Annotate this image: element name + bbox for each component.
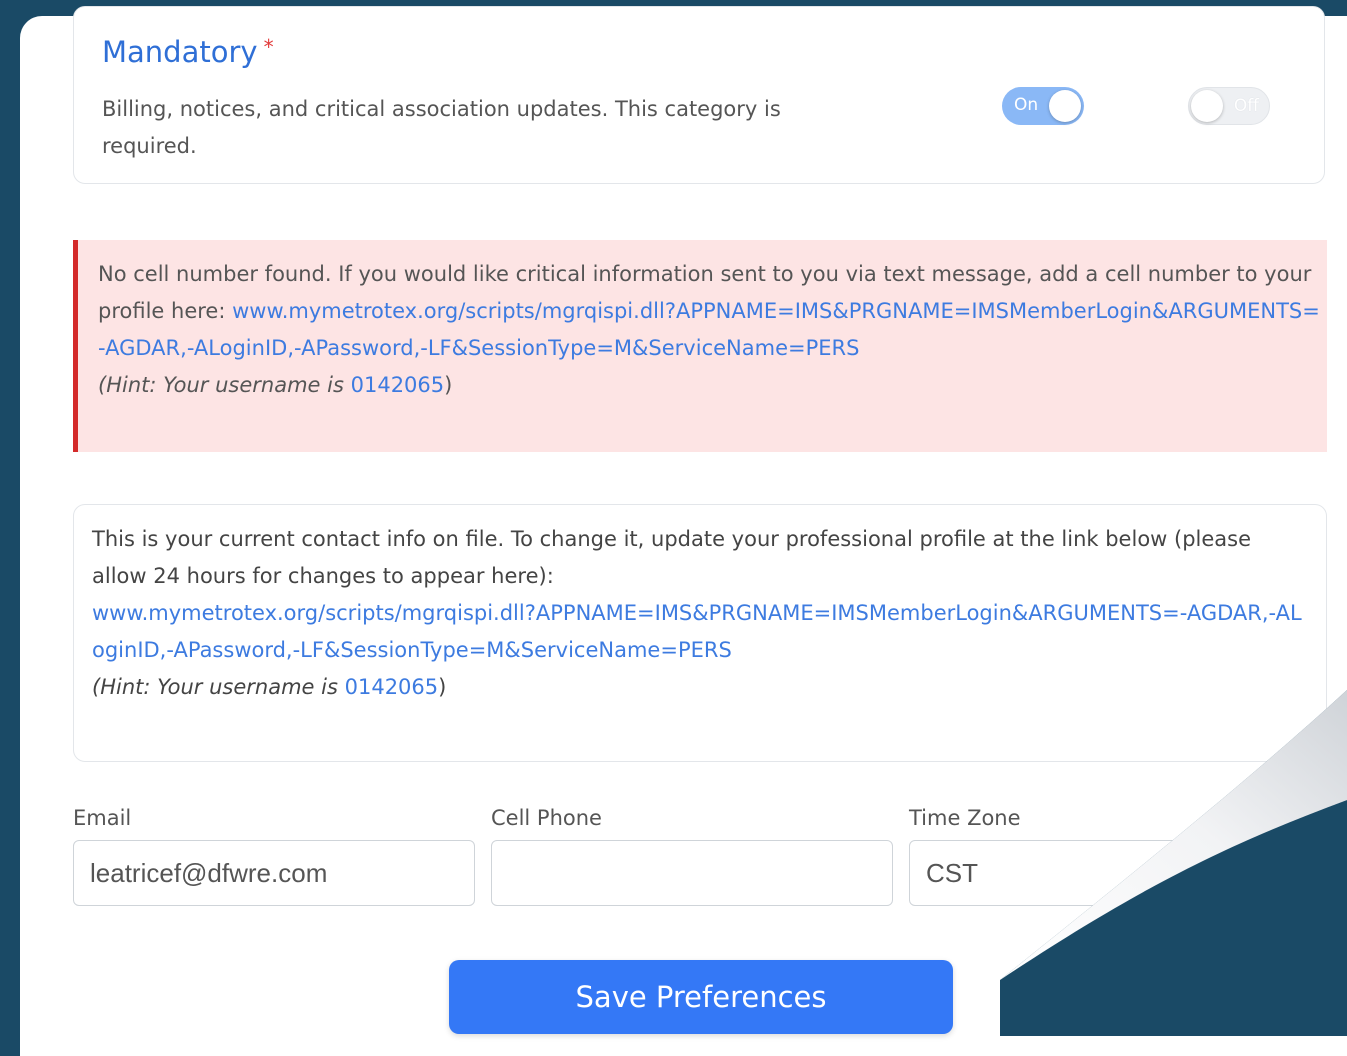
category-title: Mandatory * bbox=[102, 35, 274, 69]
contact-info-text: This is your current contact info on fil… bbox=[92, 527, 1252, 588]
category-title-text: Mandatory bbox=[102, 35, 258, 69]
email-label: Email bbox=[73, 806, 132, 830]
time-zone-value: CST bbox=[926, 857, 978, 888]
category-description: Billing, notices, and critical associati… bbox=[102, 97, 781, 158]
time-zone-label: Time Zone bbox=[909, 806, 1021, 830]
chevron-down-icon bbox=[1276, 871, 1290, 878]
preferences-panel: Mandatory * Billing, notices, and critica… bbox=[20, 6, 1347, 1056]
time-zone-select[interactable]: CST bbox=[909, 840, 1311, 906]
toggle-off[interactable]: Off bbox=[1188, 87, 1270, 125]
cell-phone-field[interactable] bbox=[491, 840, 893, 906]
contact-info-box: This is your current contact info on fil… bbox=[73, 504, 1327, 762]
alert-hint-suffix: ) bbox=[444, 373, 453, 397]
no-cell-alert: No cell number found. If you would like … bbox=[73, 240, 1327, 452]
contact-hint-suffix: ) bbox=[438, 675, 447, 699]
required-asterisk: * bbox=[263, 35, 274, 59]
save-preferences-button[interactable]: Save Preferences bbox=[449, 960, 953, 1034]
alert-profile-link[interactable]: www.mymetrotex.org/scripts/mgrqispi.dll?… bbox=[98, 299, 1320, 360]
toggle-knob bbox=[1049, 90, 1081, 122]
mandatory-category-card: Mandatory * Billing, notices, and critica… bbox=[73, 6, 1325, 184]
alert-hint-prefix: (Hint: Your username is bbox=[98, 373, 344, 397]
email-field[interactable] bbox=[73, 840, 475, 906]
contact-username: 0142065 bbox=[344, 675, 439, 699]
toggle-knob bbox=[1191, 90, 1223, 122]
contact-hint-prefix: (Hint: Your username is bbox=[92, 675, 338, 699]
alert-username: 0142065 bbox=[350, 373, 445, 397]
toggle-off-label: Off bbox=[1233, 96, 1259, 116]
cell-phone-label: Cell Phone bbox=[491, 806, 602, 830]
toggle-on[interactable]: On bbox=[1002, 87, 1084, 125]
contact-profile-link[interactable]: www.mymetrotex.org/scripts/mgrqispi.dll?… bbox=[92, 601, 1302, 662]
toggle-on-label: On bbox=[1014, 95, 1039, 115]
